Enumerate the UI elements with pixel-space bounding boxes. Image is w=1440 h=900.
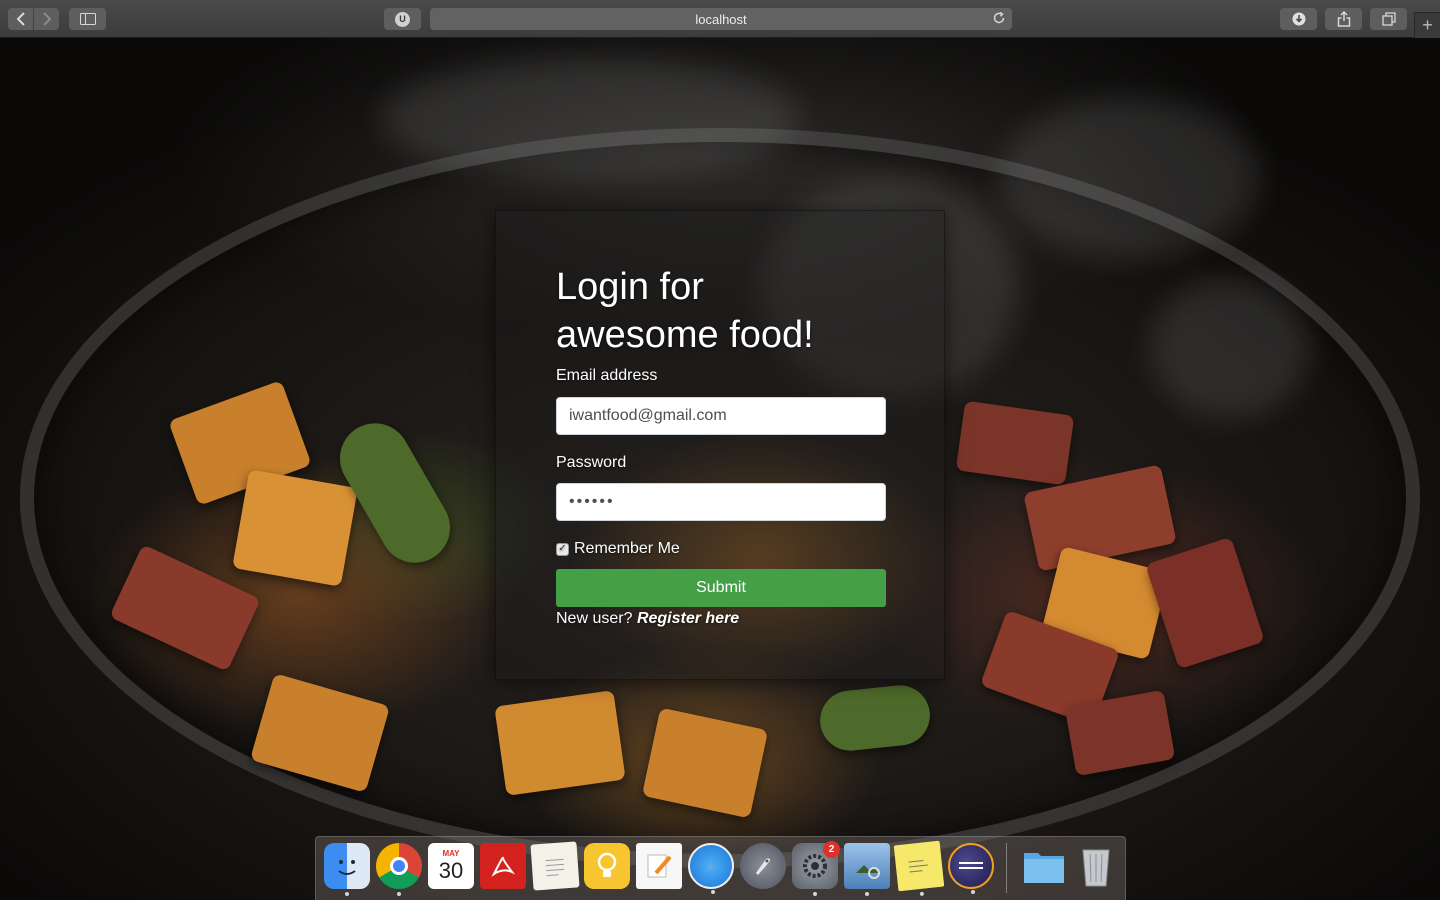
email-label: Email address (556, 367, 658, 384)
acrobat-icon[interactable] (480, 843, 526, 889)
url-text: localhost (695, 11, 747, 27)
login-card: Login for awesome food! Email address Pa… (495, 210, 945, 680)
calendar-day: 30 (438, 858, 464, 883)
remember-me-row: ✓ Remember Me (556, 540, 680, 558)
share-button[interactable] (1325, 8, 1362, 30)
sidebar-icon (79, 13, 96, 25)
finder-icon[interactable] (324, 843, 370, 896)
preview-icon[interactable] (844, 843, 890, 896)
password-label: Password (556, 454, 627, 471)
macos-dock: MAY 30 2 (315, 836, 1126, 900)
login-page-background: Login for awesome food! Email address Pa… (0, 38, 1440, 900)
background-food-chunk (494, 690, 626, 796)
show-tabs-button[interactable] (1370, 8, 1407, 30)
extension-icon: U (395, 11, 410, 27)
chevron-left-icon (16, 12, 25, 26)
stickies-icon[interactable] (893, 840, 945, 897)
notification-badge: 2 (823, 841, 840, 858)
trash-icon[interactable] (1073, 843, 1119, 889)
register-link[interactable]: Register here (637, 610, 739, 627)
textedit-icon[interactable] (530, 841, 580, 891)
chrome-center (390, 857, 408, 875)
background-steam (1150, 278, 1310, 418)
downloads-button[interactable] (1280, 8, 1317, 30)
submit-button[interactable]: Submit (556, 569, 886, 607)
system-preferences-icon[interactable]: 2 (792, 841, 840, 896)
chevron-right-icon (42, 12, 51, 26)
plus-icon: + (1422, 15, 1433, 35)
login-title: Login for awesome food! (556, 266, 814, 356)
register-prompt: New user? Register here (556, 610, 739, 628)
background-steam (380, 58, 800, 178)
browser-toolbar: U localhost + (0, 0, 1440, 38)
extension-button[interactable]: U (384, 8, 421, 30)
download-icon (1292, 12, 1305, 26)
background-food-chunk (955, 400, 1075, 486)
running-indicator (813, 892, 817, 896)
safari-icon[interactable] (688, 843, 734, 894)
running-indicator (919, 891, 925, 897)
remember-me-label[interactable]: Remember Me (574, 540, 680, 558)
password-input[interactable] (556, 483, 886, 521)
sidebar-toggle-button[interactable] (69, 8, 106, 30)
running-indicator (711, 890, 715, 894)
new-tab-button[interactable]: + (1414, 12, 1440, 38)
running-indicator (865, 892, 869, 896)
dock-divider (1006, 843, 1007, 893)
tabs-icon (1381, 12, 1396, 26)
reload-icon[interactable] (992, 11, 1006, 28)
running-indicator (971, 890, 975, 894)
tips-icon[interactable] (584, 843, 630, 889)
downloads-folder-icon[interactable] (1021, 843, 1067, 889)
background-food-chunk (232, 469, 358, 587)
new-user-text: New user? (556, 610, 633, 627)
background-steam (1000, 98, 1260, 258)
forward-button[interactable] (34, 8, 59, 30)
eclipse-icon[interactable] (948, 843, 994, 894)
pages-icon[interactable] (636, 843, 682, 889)
remember-me-checkbox[interactable]: ✓ (556, 542, 569, 556)
share-icon (1337, 11, 1350, 27)
launchpad-icon[interactable] (740, 843, 786, 889)
running-indicator (345, 892, 349, 896)
email-input[interactable] (556, 397, 886, 435)
running-indicator (397, 892, 401, 896)
address-bar[interactable]: localhost (430, 8, 1012, 30)
chrome-icon[interactable] (376, 843, 422, 896)
calendar-icon[interactable]: MAY 30 (428, 843, 474, 889)
back-button[interactable] (8, 8, 33, 30)
